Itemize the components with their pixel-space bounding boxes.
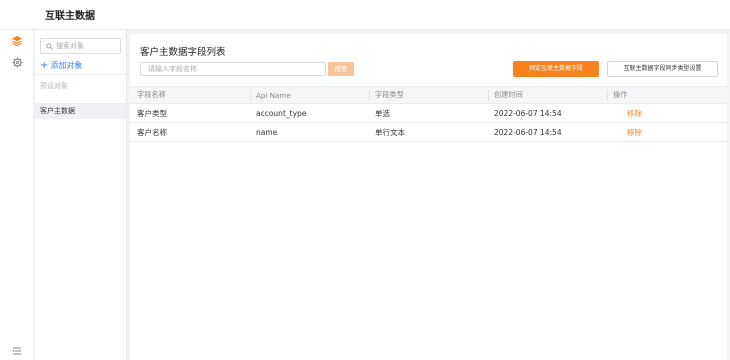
column-divider: [607, 90, 608, 101]
column-header-name: 字段名称: [137, 90, 166, 99]
cell-api: account_type: [256, 108, 307, 118]
add-object-label: 添加对象: [50, 61, 83, 70]
column-header-type: 字段类型: [375, 90, 404, 99]
page-title: 客户主数据字段列表: [140, 47, 226, 58]
search-button[interactable]: 搜索: [328, 62, 354, 76]
field-search-input[interactable]: [140, 62, 326, 76]
fields-table: 字段名称 Api Name 字段类型 创建时间 操作 客户类型 account_…: [130, 86, 727, 142]
list-settings-icon[interactable]: [9, 343, 25, 359]
app-title: 互联主数据: [45, 11, 95, 22]
plus-icon: +: [40, 59, 49, 71]
column-divider: [488, 90, 489, 101]
layers-icon[interactable]: [9, 33, 25, 49]
table-row: 客户类型 account_type 单选 2022-06-07 14:54 移除: [130, 104, 727, 123]
cell-type: 单选: [375, 108, 390, 118]
column-divider: [250, 90, 251, 101]
object-item-customer-master[interactable]: 客户主数据: [35, 103, 126, 119]
cell-name: 客户类型: [137, 108, 167, 118]
divider: [35, 74, 126, 75]
cell-name: 客户名称: [137, 127, 167, 137]
column-header-api: Api Name: [256, 90, 291, 100]
top-bar: 互联主数据: [0, 0, 730, 30]
cell-action: 移除: [613, 104, 642, 122]
object-search-box: [40, 38, 121, 54]
cell-created: 2022-06-07 14:54: [494, 127, 562, 137]
object-panel: + 添加对象 预设对象 客户主数据: [35, 30, 127, 360]
cell-api: name: [256, 127, 278, 137]
column-header-created: 创建时间: [494, 90, 523, 99]
table-header: 字段名称 Api Name 字段类型 创建时间 操作: [130, 86, 727, 104]
gear-icon[interactable]: [9, 54, 25, 70]
main-content: 客户主数据字段列表 搜索 预定互联主数据字段 互联主数据字段同步类型设置 字段名…: [130, 34, 727, 360]
object-search-input[interactable]: [56, 42, 116, 50]
table-row: 客户名称 name 单行文本 2022-06-07 14:54 移除: [130, 123, 727, 142]
remove-link[interactable]: 移除: [627, 108, 642, 119]
icon-rail: [0, 30, 34, 360]
cell-created: 2022-06-07 14:54: [494, 108, 562, 118]
cell-type: 单行文本: [375, 127, 405, 137]
search-icon: [46, 42, 53, 50]
section-label: 预设对象: [40, 82, 68, 90]
sync-type-settings-button[interactable]: 互联主数据字段同步类型设置: [607, 61, 718, 77]
column-divider: [369, 90, 370, 101]
add-object-button[interactable]: + 添加对象: [40, 60, 82, 71]
cell-action: 移除: [613, 123, 642, 141]
remove-link[interactable]: 移除: [627, 127, 642, 138]
column-header-action: 操作: [613, 90, 628, 99]
preset-fields-button[interactable]: 预定互联主数据字段: [513, 61, 599, 77]
